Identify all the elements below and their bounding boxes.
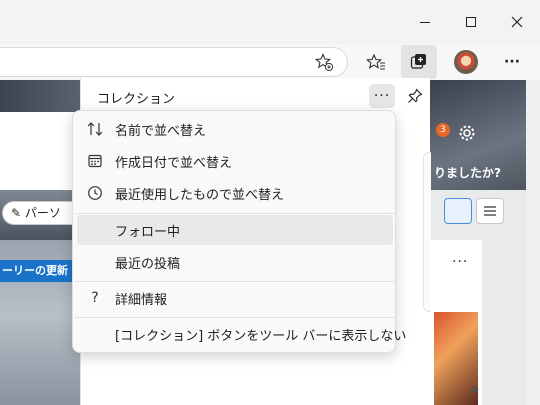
collections-icon — [410, 54, 426, 69]
favorites-icon — [366, 53, 385, 70]
play-icon[interactable]: ▶ — [472, 385, 479, 395]
title-bar — [0, 0, 540, 44]
maximize-icon — [466, 17, 476, 27]
close-button[interactable] — [494, 0, 540, 44]
page-white-area — [0, 112, 80, 190]
menu-item-recent-posts[interactable]: 最近の投稿 — [77, 247, 393, 277]
menu-item-sort-created[interactable]: 作成日付で並べ替え — [77, 146, 393, 176]
card-more-icon[interactable]: ··· — [452, 254, 468, 270]
collection-card-edge — [423, 152, 431, 312]
menu-item-more-info[interactable]: ? 詳細情報 — [77, 283, 393, 313]
pin-button[interactable] — [403, 84, 427, 108]
menu-separator — [74, 213, 396, 214]
collections-context-menu: 名前で並べ替え 作成日付で並べ替え 最近使用したもので並べ替え フォロー中 最近… — [72, 110, 406, 353]
menu-item-label: 最近使用したもので並べ替え — [115, 187, 285, 203]
menu-item-label: 最近の投稿 — [115, 256, 181, 272]
web-page-right: 3 りましたか? ··· ▶ — [430, 80, 540, 405]
list-view-button[interactable] — [476, 198, 504, 224]
menu-separator — [74, 281, 396, 282]
web-page-content: ✎ パーソ ーリーの更新 — [0, 80, 80, 405]
minimize-button[interactable] — [402, 0, 448, 44]
menu-item-sort-name[interactable]: 名前で並べ替え — [77, 114, 393, 144]
personalize-button[interactable]: ✎ パーソ — [2, 201, 80, 225]
maximize-button[interactable] — [448, 0, 494, 44]
banner-question-text[interactable]: りましたか? — [434, 164, 501, 181]
question-icon: ? — [91, 290, 99, 306]
collections-title: コレクション — [97, 92, 176, 107]
profile-avatar — [454, 50, 478, 74]
menu-item-label: フォロー中 — [115, 224, 181, 240]
menu-item-label: 詳細情報 — [115, 292, 168, 308]
add-favorite-button[interactable] — [310, 48, 338, 76]
sort-arrows-icon — [85, 119, 105, 139]
menu-separator — [74, 317, 396, 318]
profile-button[interactable] — [452, 48, 480, 76]
close-icon — [511, 16, 523, 28]
menu-item-hide-button[interactable]: [コレクション] ボタンをツール バーに表示しない — [77, 319, 406, 349]
browser-toolbar: ··· — [0, 44, 540, 80]
menu-item-label: [コレクション] ボタンをツール バーに表示しない — [115, 328, 407, 344]
minimize-icon — [420, 21, 430, 23]
more-icon: ··· — [504, 54, 520, 70]
menu-item-sort-recent[interactable]: 最近使用したもので並べ替え — [77, 178, 393, 208]
address-bar[interactable] — [0, 47, 348, 77]
personalize-label: パーソ — [24, 206, 61, 220]
menu-item-label: 名前で並べ替え — [115, 123, 207, 139]
collections-button[interactable] — [401, 45, 437, 79]
calendar-icon — [85, 151, 105, 171]
page-scrollbar[interactable] — [526, 80, 540, 405]
notification-badge[interactable]: 3 — [436, 123, 450, 137]
menu-item-following[interactable]: フォロー中 — [77, 215, 393, 245]
page-header-band — [0, 80, 80, 112]
favorites-button[interactable] — [362, 48, 390, 76]
settings-more-button[interactable]: ··· — [498, 48, 526, 76]
grid-view-button[interactable] — [444, 198, 472, 224]
pencil-icon: ✎ — [11, 206, 25, 220]
collections-more-button[interactable]: ··· — [369, 84, 395, 108]
add-favorite-icon — [314, 53, 334, 72]
story-update-ribbon[interactable]: ーリーの更新 — [0, 260, 80, 282]
pin-icon — [408, 88, 423, 103]
more-icon: ··· — [373, 88, 391, 104]
clock-icon — [85, 183, 105, 203]
menu-item-label: 作成日付で並べ替え — [115, 155, 233, 171]
gear-icon[interactable] — [458, 124, 476, 146]
list-icon — [484, 206, 496, 216]
view-toggle — [444, 198, 506, 224]
collections-header: コレクション ··· — [81, 78, 431, 114]
